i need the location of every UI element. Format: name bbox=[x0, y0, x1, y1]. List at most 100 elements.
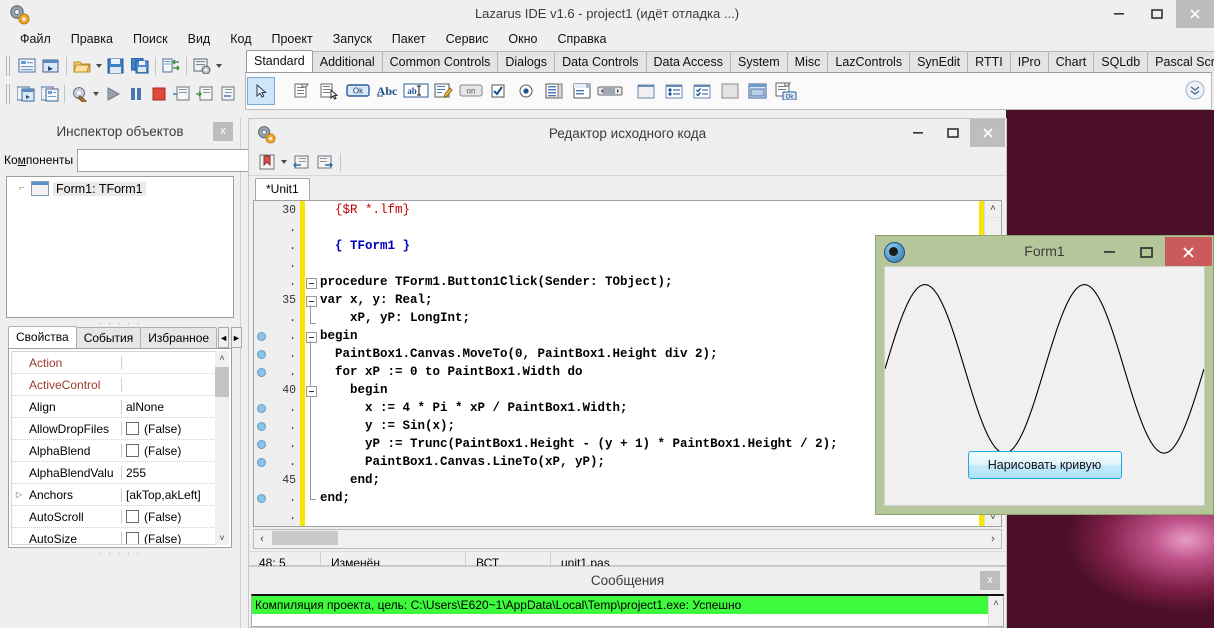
palette-tab-sqldb[interactable]: SQLdb bbox=[1093, 51, 1149, 72]
palette-tab-chart[interactable]: Chart bbox=[1047, 51, 1095, 72]
scroll-up-icon[interactable]: ˄ bbox=[985, 201, 1001, 218]
table-row[interactable]: ActiveControl bbox=[12, 374, 228, 396]
editor-gutter[interactable]: 30 . . . . 35 . . . . 40 . . . . 45 . . … bbox=[254, 201, 300, 526]
object-inspector-close-button[interactable]: x bbox=[213, 122, 233, 141]
tradiobutton-icon[interactable] bbox=[513, 78, 539, 104]
tcheckgroup-icon[interactable] bbox=[689, 78, 715, 104]
scroll-up-icon[interactable]: ˄ bbox=[215, 351, 229, 365]
palette-tab-common-controls[interactable]: Common Controls bbox=[381, 51, 499, 72]
tmemo-icon[interactable] bbox=[431, 78, 457, 104]
scroll-down-icon[interactable]: ˅ bbox=[215, 531, 229, 545]
menu-item-file[interactable]: Файл bbox=[10, 30, 61, 48]
tradiogroup-icon[interactable] bbox=[661, 78, 687, 104]
open-icon[interactable] bbox=[70, 54, 94, 78]
components-filter-input[interactable] bbox=[77, 148, 261, 172]
breakpoint-icon[interactable] bbox=[256, 403, 266, 413]
table-row[interactable]: AlphaBlend (False) bbox=[12, 440, 228, 462]
editor-minimize-button[interactable] bbox=[900, 119, 935, 147]
scroll-up-icon[interactable]: ˄ bbox=[989, 596, 1003, 610]
form1-maximize-button[interactable] bbox=[1128, 237, 1165, 266]
ide-minimize-button[interactable] bbox=[1100, 0, 1138, 28]
fold-box-var[interactable] bbox=[306, 296, 317, 307]
tframe-icon[interactable] bbox=[745, 78, 771, 104]
property-value[interactable]: (False) bbox=[122, 532, 228, 544]
messages-scrollbar[interactable]: ˄ bbox=[988, 596, 1003, 626]
tscrollbar-icon[interactable] bbox=[597, 78, 623, 104]
table-row[interactable]: Align alNone bbox=[12, 396, 228, 418]
tab-favorites[interactable]: Избранное bbox=[140, 327, 218, 348]
save-all-icon[interactable] bbox=[128, 54, 152, 78]
menu-item-window[interactable]: Окно bbox=[498, 30, 547, 48]
table-row[interactable]: AlphaBlendValu 255 bbox=[12, 462, 228, 484]
new-unit-icon[interactable] bbox=[15, 54, 39, 78]
tedit-icon[interactable]: ab bbox=[403, 78, 429, 104]
table-row[interactable]: ▷ Anchors [akTop,akLeft] bbox=[12, 484, 228, 506]
pause-icon[interactable] bbox=[124, 82, 147, 106]
tlistbox-icon[interactable] bbox=[541, 78, 567, 104]
hscrollbar-thumb[interactable] bbox=[272, 531, 338, 545]
palette-tab-dialogs[interactable]: Dialogs bbox=[497, 51, 556, 72]
menu-item-search[interactable]: Поиск bbox=[123, 30, 178, 48]
step-into-icon[interactable] bbox=[194, 82, 217, 106]
bookmark-dropdown-icon[interactable] bbox=[279, 151, 289, 173]
palette-tab-system[interactable]: System bbox=[729, 51, 788, 72]
property-value[interactable]: (False) bbox=[122, 422, 228, 436]
checkbox-unchecked-icon[interactable] bbox=[126, 422, 139, 435]
palette-tab-data-controls[interactable]: Data Controls bbox=[554, 51, 647, 72]
menu-item-help[interactable]: Справка bbox=[547, 30, 616, 48]
property-value[interactable]: (False) bbox=[122, 510, 228, 524]
breakpoint-icon[interactable] bbox=[256, 331, 266, 341]
pointer-icon[interactable] bbox=[247, 77, 275, 105]
breakpoint-icon[interactable] bbox=[256, 493, 266, 503]
ide-maximize-button[interactable] bbox=[1138, 0, 1176, 28]
fold-box-inner-begin[interactable] bbox=[306, 386, 317, 397]
project-dropdown-icon[interactable] bbox=[214, 55, 224, 77]
menu-item-tools[interactable]: Сервис bbox=[436, 30, 499, 48]
breakpoint-icon[interactable] bbox=[256, 457, 266, 467]
palette-tab-data-access[interactable]: Data Access bbox=[645, 51, 731, 72]
build-icon[interactable] bbox=[68, 82, 91, 106]
toolbar-grip[interactable] bbox=[6, 56, 12, 76]
stop-icon[interactable] bbox=[147, 82, 170, 106]
open-dropdown-icon[interactable] bbox=[94, 55, 104, 77]
ttogglebox-icon[interactable]: on bbox=[459, 78, 483, 104]
breakpoint-icon[interactable] bbox=[256, 439, 266, 449]
draw-curve-button[interactable]: Нарисовать кривую bbox=[967, 451, 1122, 479]
property-value[interactable]: [akTop,akLeft] bbox=[122, 488, 228, 502]
menu-item-code[interactable]: Код bbox=[220, 30, 261, 48]
scroll-left-icon[interactable]: ‹ bbox=[254, 533, 270, 545]
tactionlist-icon[interactable]: Ok bbox=[773, 78, 799, 104]
property-grid-scrollbar[interactable]: ˄ ˅ bbox=[215, 351, 229, 545]
tpopupmenu-icon[interactable] bbox=[317, 78, 343, 104]
scroll-right-icon[interactable]: › bbox=[985, 533, 1001, 545]
code-horizontal-scrollbar[interactable]: ‹ › bbox=[253, 529, 1002, 549]
property-value[interactable]: 255 bbox=[122, 466, 228, 480]
ide-close-button[interactable] bbox=[1176, 0, 1214, 28]
palette-tab-additional[interactable]: Additional bbox=[311, 51, 383, 72]
editor-close-button[interactable] bbox=[970, 119, 1005, 147]
jump-forward-icon[interactable] bbox=[313, 150, 337, 174]
messages-list[interactable]: Компиляция проекта, цель: C:\Users\E620~… bbox=[251, 594, 1004, 627]
editor-maximize-button[interactable] bbox=[935, 119, 970, 147]
bookmark-icon[interactable] bbox=[255, 150, 279, 174]
tlabel-icon[interactable]: Abc bbox=[373, 78, 401, 104]
fold-box-procedure[interactable] bbox=[306, 278, 317, 289]
table-row[interactable]: AutoSize (False) bbox=[12, 528, 228, 544]
tabs-next-button[interactable]: ► bbox=[231, 327, 242, 348]
object-inspector-bottom-grip[interactable]: · · · · · bbox=[0, 548, 240, 558]
messages-close-button[interactable]: x bbox=[980, 571, 1000, 590]
tmainmenu-icon[interactable] bbox=[289, 78, 315, 104]
view-forms-icon[interactable] bbox=[38, 82, 61, 106]
build-dropdown-icon[interactable] bbox=[91, 83, 101, 105]
table-row[interactable]: AllowDropFiles (False) bbox=[12, 418, 228, 440]
jump-back-icon[interactable] bbox=[289, 150, 313, 174]
table-row[interactable]: Action bbox=[12, 352, 228, 374]
tgroupbox-icon[interactable] bbox=[633, 78, 659, 104]
palette-tab-synedit[interactable]: SynEdit bbox=[909, 51, 969, 72]
toolbar-grip[interactable] bbox=[6, 84, 12, 104]
tcheckbox-icon[interactable] bbox=[485, 78, 511, 104]
menu-item-project[interactable]: Проект bbox=[262, 30, 323, 48]
form1-close-button[interactable] bbox=[1165, 237, 1212, 266]
palette-tab-misc[interactable]: Misc bbox=[786, 51, 829, 72]
menu-item-edit[interactable]: Правка bbox=[61, 30, 123, 48]
